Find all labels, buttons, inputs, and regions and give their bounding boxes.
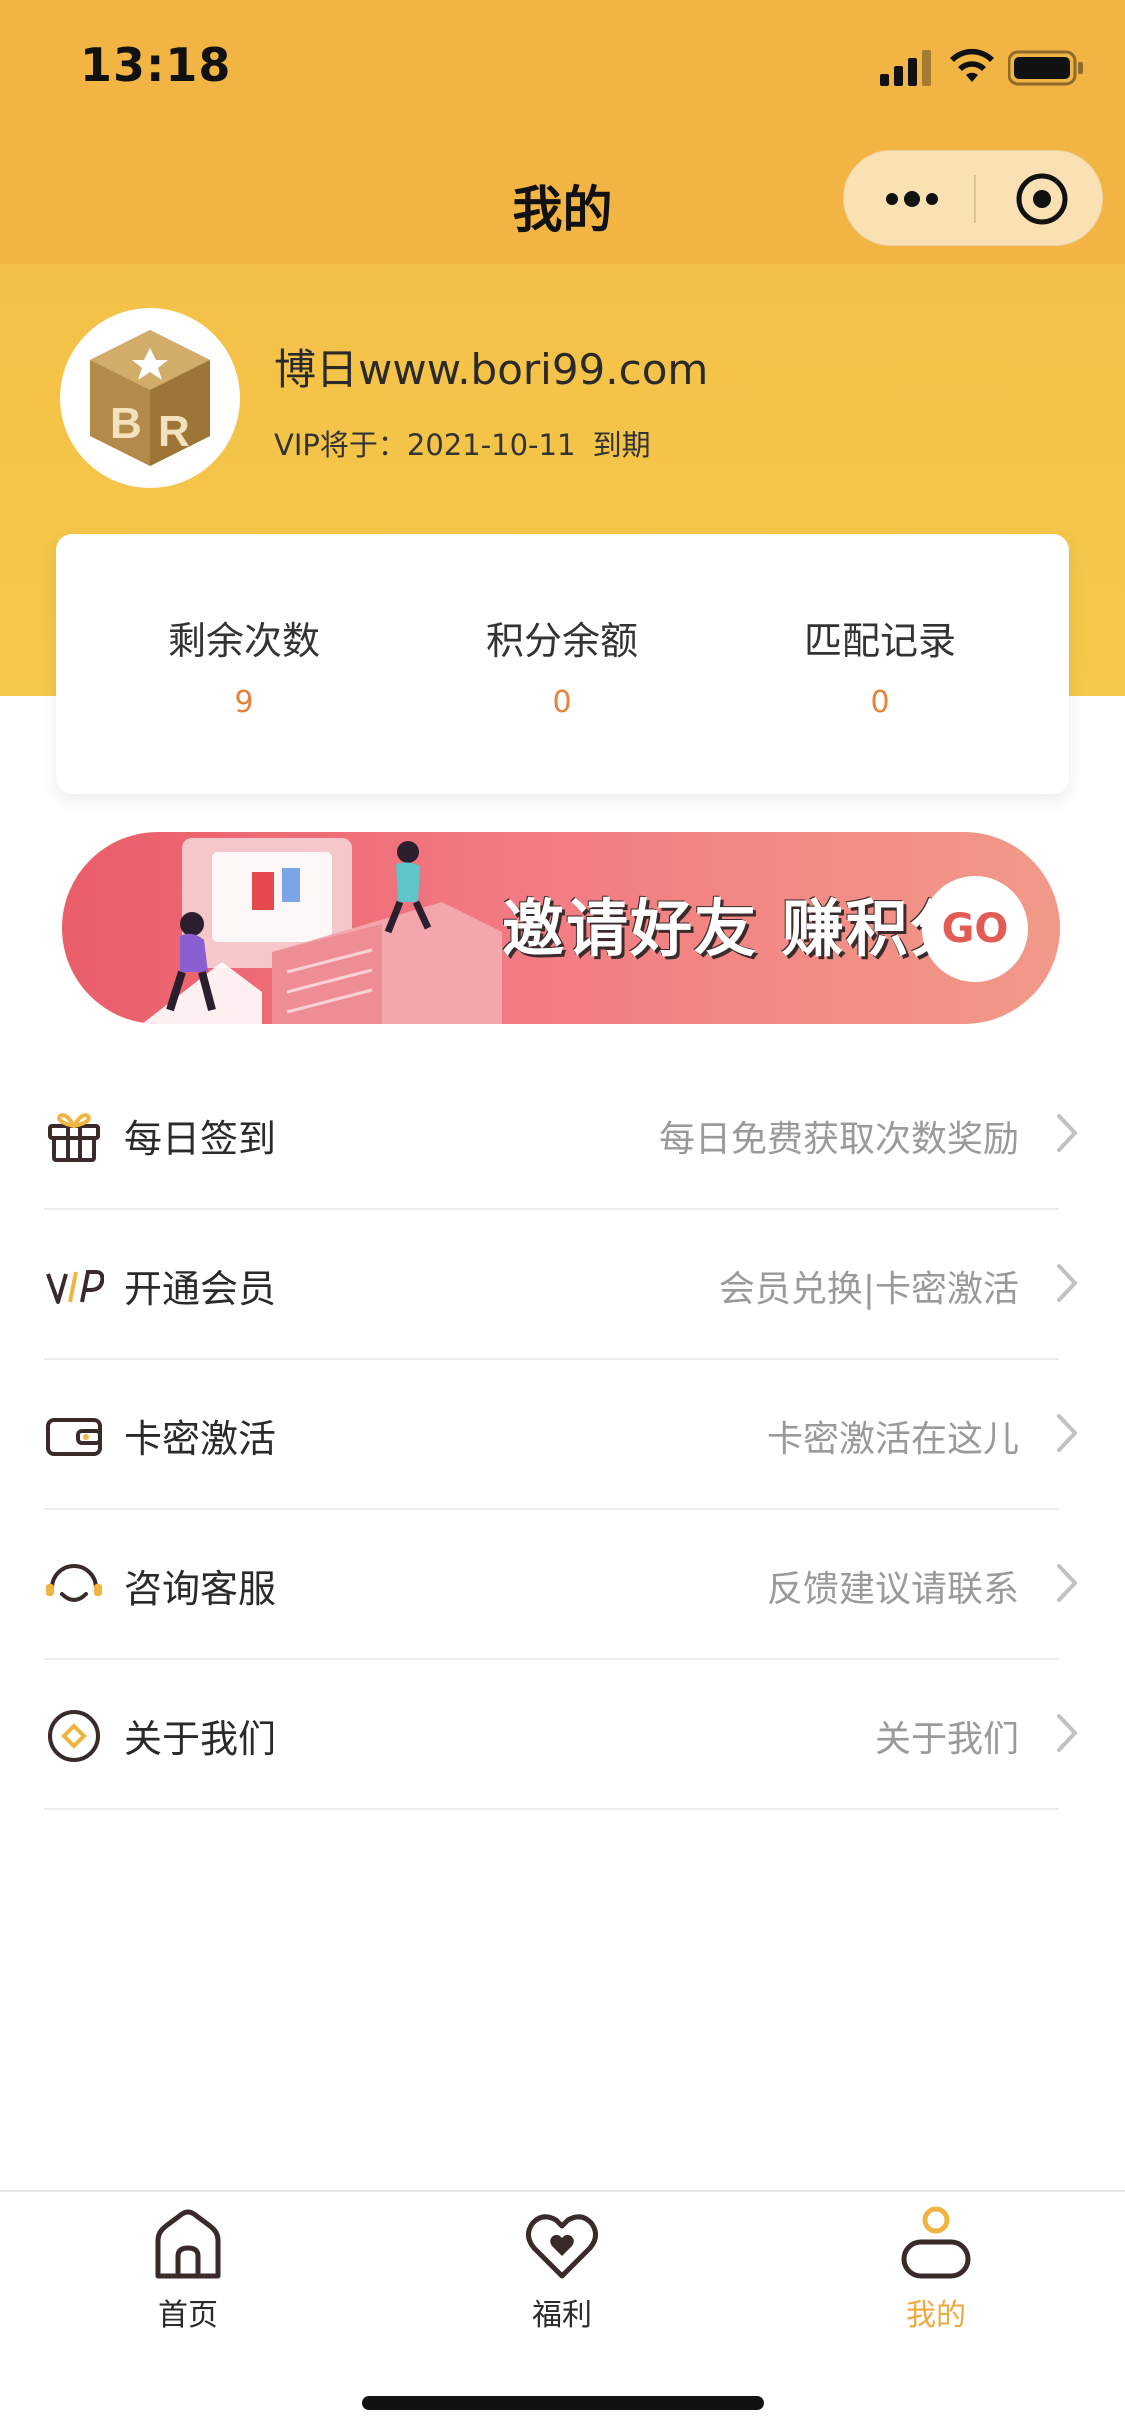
menu-item-daily-checkin[interactable]: 每日签到 每日免费获取次数奖励 [0,1060,1125,1210]
stat-label: 匹配记录 [803,619,956,663]
chevron-right-icon [1057,1414,1077,1452]
stat-match-records[interactable]: 匹配记录 0 [730,610,1030,720]
vip-date: 2021-10-11 [406,428,576,462]
menu-item-desc: 关于我们 [874,1719,1019,1760]
close-target-icon[interactable] [1014,171,1070,227]
chevron-right-icon [1057,1264,1077,1302]
chevron-right-icon [1057,1114,1077,1152]
menu-item-title: 关于我们 [124,1717,277,1761]
menu-item-title: 卡密激活 [124,1417,277,1461]
stat-value: 9 [234,685,254,720]
tab-label: 我的 [906,2298,966,2333]
menu-item-desc: 卡密激活在这儿 [766,1419,1019,1460]
stat-value: 0 [870,685,890,720]
tab-home[interactable]: 首页 [108,2206,268,2334]
menu-item-desc: 每日免费获取次数奖励 [658,1119,1019,1160]
heart-icon [526,2214,598,2279]
menu-list: 每日签到 每日免费获取次数奖励 开通会员 会员兑换|卡密激活 卡密激活 卡密激活… [0,1060,1125,1810]
status-time: 13:18 [80,38,232,92]
menu-item-about-us[interactable]: 关于我们 关于我们 [0,1660,1125,1810]
stat-label: 积分余额 [485,619,638,663]
mini-program-capsule [843,150,1103,246]
vip-suffix: 到期 [592,428,651,462]
profile-icon [901,2206,971,2279]
chevron-right-icon [1057,1714,1077,1752]
status-bar: 13:18 [0,0,1125,135]
capsule-divider [974,175,976,223]
wallet-icon [46,1418,102,1456]
invite-banner[interactable]: 邀请好友 赚积分 GO [62,832,1060,1024]
menu-item-customer-service[interactable]: 咨询客服 反馈建议请联系 [0,1510,1125,1660]
logo-image: B R [64,312,236,484]
banner-text: 邀请好友 赚积分 [502,892,974,965]
wifi-icon [950,48,994,82]
home-indicator [362,2396,764,2410]
divider [44,1808,1059,1810]
tab-label: 首页 [158,2298,218,2333]
menu-item-desc: 反馈建议请联系 [766,1569,1019,1610]
vip-icon [46,1270,104,1304]
stat-label: 剩余次数 [167,619,320,663]
svg-text:B: B [110,399,142,448]
menu-item-title: 开通会员 [124,1267,277,1311]
vip-expiry: VIP将于：2021-10-11 到期 [274,422,651,464]
menu-item-open-vip[interactable]: 开通会员 会员兑换|卡密激活 [0,1210,1125,1360]
home-icon [155,2209,221,2279]
menu-item-card-activation[interactable]: 卡密激活 卡密激活在这儿 [0,1360,1125,1510]
username: 博日www.bori99.com [274,345,709,394]
more-icon[interactable] [882,171,942,227]
battery-icon [1008,50,1083,86]
menu-item-title: 每日签到 [124,1117,277,1161]
stats-card: 剩余次数 9 积分余额 0 匹配记录 0 [56,534,1069,794]
avatar[interactable]: B R [60,308,240,488]
svg-text:R: R [158,407,190,456]
signal-icon [880,50,931,86]
tab-welfare[interactable]: 福利 [482,2206,642,2334]
tab-mine[interactable]: 我的 [856,2206,1016,2334]
menu-item-title: 咨询客服 [124,1567,277,1611]
stat-value: 0 [552,685,572,720]
tab-label: 福利 [532,2298,592,2333]
vip-prefix: VIP将于： [274,428,407,462]
stat-points-balance[interactable]: 积分余额 0 [412,610,712,720]
menu-item-desc: 会员兑换|卡密激活 [718,1269,1019,1310]
about-icon [48,1710,100,1762]
chevron-right-icon [1057,1564,1077,1602]
banner-go-button[interactable]: GO [922,876,1028,982]
gift-icon [48,1113,100,1162]
banner-illustration [142,838,502,1024]
headset-icon [46,1564,102,1602]
stat-remaining-count[interactable]: 剩余次数 9 [94,610,394,720]
